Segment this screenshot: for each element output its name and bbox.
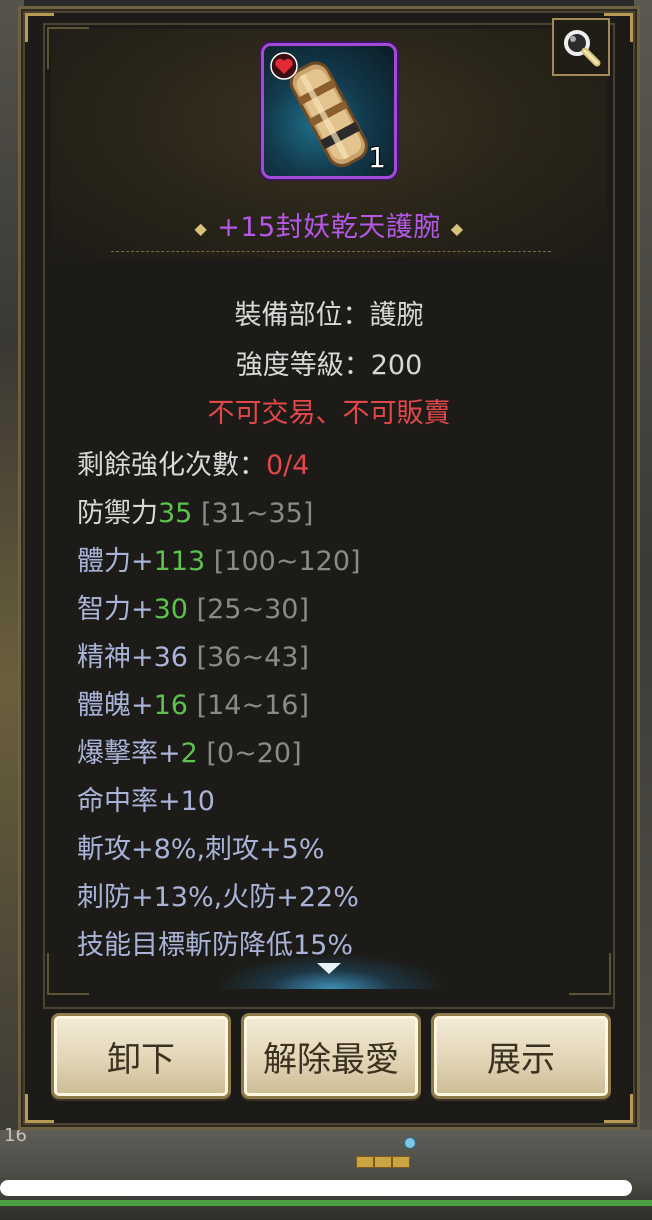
stat-range: [0~20] [206, 738, 302, 769]
stat-range: [36~43] [196, 642, 309, 673]
stat-name: 智力+ [77, 594, 154, 625]
item-count: 1 [368, 141, 386, 174]
enhance-remaining-row: 剩餘強化次數：0/4 [77, 443, 309, 482]
stat-range: [31~35] [200, 498, 314, 529]
strength-level-text: 強度等級：200 [235, 350, 423, 381]
item-tooltip-panel: 1 ◆ +15封妖乾天護腕 ◆ 裝備部位：護腕 強度等級：200 不可交易、不可販賣… [18, 6, 640, 1130]
trade-restriction-text: 不可交易、不可販賣 [207, 398, 451, 429]
corner-ornament [25, 1094, 54, 1123]
stat-name: 爆擊率+ [77, 738, 181, 769]
stat-row-crit-rate: 爆擊率+2 [0~20] [77, 731, 302, 770]
stat-row-spirit: 精神+36 [36~43] [77, 635, 309, 674]
scroll-down-icon[interactable] [317, 963, 341, 974]
item-icon-slot[interactable]: 1 [261, 43, 397, 179]
stat-name: 體力+ [77, 546, 154, 577]
home-indicator-bar [0, 1180, 632, 1196]
enhance-label: 剩餘強化次數： [77, 450, 266, 481]
diamond-icon: ◆ [450, 219, 464, 238]
stat-range: [100~120] [213, 546, 361, 577]
stat-value: 35 [158, 498, 193, 529]
corner-ornament [604, 1094, 633, 1123]
extra-stat-row: 刺防+13%,火防+22% [77, 882, 359, 913]
magnifier-icon [564, 30, 601, 67]
gem-icon [404, 1137, 416, 1149]
stat-range: [14~16] [196, 690, 309, 721]
fret-ornament [47, 27, 89, 69]
stat-row-physique: 體魄+16 [14~16] [77, 683, 309, 722]
extra-stat-row: 命中率+10 [77, 786, 215, 817]
display-button[interactable]: 展示 [431, 1013, 611, 1099]
item-name-row: ◆ +15封妖乾天護腕 ◆ [21, 205, 637, 244]
divider [111, 251, 551, 252]
unequip-button[interactable]: 卸下 [51, 1013, 231, 1099]
heart-icon [270, 52, 298, 80]
green-status-bar [0, 1200, 652, 1206]
stat-name: 體魄+ [77, 690, 154, 721]
gold-bars-icon [356, 1148, 416, 1168]
stat-name: 精神+36 [77, 642, 188, 673]
stat-range: [25~30] [196, 594, 309, 625]
stat-value: 16 [153, 690, 188, 721]
enhance-value: 0/4 [266, 450, 310, 481]
stat-name: 防禦力 [77, 498, 158, 529]
stat-value: 30 [153, 594, 188, 625]
stat-value: 113 [153, 546, 206, 577]
stat-row-intelligence: 智力+30 [25~30] [77, 587, 309, 626]
stat-row-vitality: 體力+113 [100~120] [77, 539, 361, 578]
diamond-icon: ◆ [194, 219, 208, 238]
game-background-bottom [0, 1130, 652, 1220]
equip-slot-text: 裝備部位：護腕 [234, 300, 424, 331]
stat-row-defense: 防禦力35 [31~35] [77, 491, 313, 530]
item-name: +15封妖乾天護腕 [217, 212, 441, 243]
unfavorite-button[interactable]: 解除最愛 [241, 1013, 421, 1099]
fret-ornament [569, 953, 611, 995]
stat-value: 2 [180, 738, 198, 769]
extra-stat-row: 斬攻+8%,刺攻+5% [77, 834, 325, 865]
magnifier-button[interactable] [552, 18, 610, 76]
